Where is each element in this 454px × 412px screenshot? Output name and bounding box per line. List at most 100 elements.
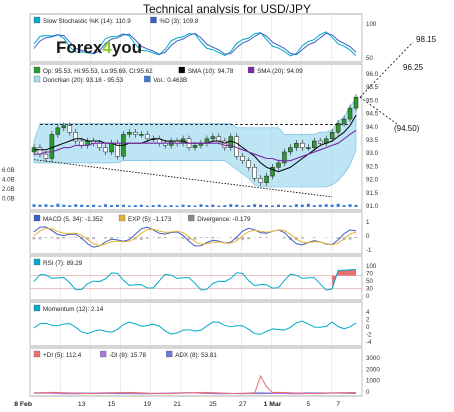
candle-body (282, 151, 287, 164)
macd-divergence-bar (127, 237, 131, 239)
candle-body (145, 134, 150, 140)
y-tick-macd: 1 (366, 219, 370, 226)
legend-macd-label: EXP (5): -1.173 (128, 216, 172, 223)
volume-bar (241, 205, 245, 207)
candle-body (353, 96, 359, 109)
legend-price-label: Op: 95.53, Hi:95.53, Lo:95.69, Cl:95.62 (43, 68, 153, 75)
legend-stoch-label: %D (3): 109.8 (160, 18, 199, 25)
candle-body (55, 127, 61, 135)
x-tick-label: 5 (306, 401, 310, 408)
macd-divergence-bar (211, 237, 215, 239)
macd-divergence-bar (247, 237, 251, 240)
volume-bar (92, 204, 96, 207)
macd-divergence-bar (145, 237, 149, 239)
candle-body (216, 136, 222, 142)
macd-divergence-bar (157, 237, 161, 239)
volume-bar (163, 205, 167, 207)
volume-bar (181, 204, 185, 207)
candle-body (347, 107, 353, 120)
x-tick-label: 19 (144, 401, 152, 408)
y-tick-price: 93.0 (366, 150, 379, 157)
volume-bar (336, 203, 340, 207)
macd-divergence-bar (44, 237, 48, 238)
candle-body (288, 147, 293, 153)
x-tick-label: 15 (108, 401, 116, 408)
macd-divergence-bar (74, 237, 78, 238)
volume-tick: 6.0B (2, 167, 15, 174)
candle-body (276, 162, 281, 168)
macd-divergence-bar (217, 237, 221, 238)
x-tick-label: 25 (209, 401, 217, 408)
macd-divergence-bar (181, 237, 185, 239)
y-tick-price: 95.5 (366, 84, 379, 91)
y-tick-price: 94.0 (366, 124, 379, 131)
y-tick-adx: 2000 (366, 366, 380, 373)
legend-stoch-swatch (33, 16, 41, 24)
y-tick-rsi: 100 (366, 263, 377, 270)
legend2-price-label: Donchian (20): 93.18 - 95.53 (43, 77, 124, 84)
macd-divergence-bar (193, 237, 197, 240)
y-tick-price: 91.5 (366, 190, 379, 197)
volume-bar (265, 205, 269, 207)
candle-body (67, 125, 73, 133)
y-tick-stoch: 50 (366, 55, 373, 62)
candle-body (240, 156, 245, 161)
candle-body (246, 160, 251, 168)
candle-body (192, 145, 198, 148)
volume-bar (247, 205, 251, 207)
volume-bar (187, 205, 191, 207)
volume-bar (115, 204, 119, 207)
y-tick-rsi: 0 (366, 293, 370, 300)
legend-macd-swatch (118, 214, 126, 222)
candle-body (97, 142, 102, 148)
legend-mom-swatch (33, 304, 41, 312)
volume-bar (282, 205, 286, 207)
y-tick-mom: 0 (366, 324, 370, 331)
legend-adx-swatch (33, 350, 41, 358)
candle-body (329, 131, 335, 140)
volume-bar (151, 205, 155, 207)
volume-bar (211, 204, 215, 207)
candle-body (258, 178, 263, 183)
volume-bar (139, 204, 143, 207)
macd-divergence-bar (163, 237, 167, 239)
y-tick-mom: 2 (366, 317, 370, 324)
candle-body (133, 131, 138, 135)
y-tick-macd: -1 (366, 247, 372, 254)
candle-body (222, 140, 228, 148)
candle-body (312, 140, 317, 148)
macd-divergence-bar (241, 237, 245, 241)
y-tick-price: 92.5 (366, 163, 379, 170)
legend-price-label: SMA (20): 94.09 (257, 68, 303, 75)
volume-bar (199, 204, 203, 207)
y-tick-mom: -4 (366, 339, 372, 346)
volume-bar (300, 204, 304, 207)
macd-divergence-bar (265, 237, 269, 238)
volume-tick: 0.0B (2, 196, 15, 203)
volume-bar (342, 205, 346, 207)
chart-canvas: Slow Stochastic %K (14): 110.9 %D (3): 10… (2, 13, 437, 408)
legend-macd-label: MACD (5, 34): -1.352 (43, 216, 103, 223)
candle-body (341, 118, 347, 124)
forex4you-logo: Forex4you (56, 38, 142, 57)
y-tick-rsi: 50 (366, 278, 373, 285)
y-tick-rsi: 70 (366, 271, 373, 278)
y-tick-price: 94.5 (366, 111, 379, 118)
candle-body (300, 142, 305, 148)
y-tick-price: 93.5 (366, 137, 379, 144)
candle-body (61, 125, 67, 129)
volume-bar (62, 204, 66, 207)
legend-macd-label: Divergence: -0.179 (197, 216, 251, 223)
legend2-price-swatch (33, 75, 41, 83)
volume-bar (121, 204, 125, 207)
volume-bar (330, 204, 334, 207)
candle-body (139, 134, 144, 136)
legend-mom-label: Momentum (12): 2.14 (43, 306, 104, 313)
volume-bar (32, 204, 36, 207)
y-tick-price: 96.0 (366, 71, 379, 78)
candle-body (79, 140, 84, 146)
x-tick-label: 27 (239, 401, 247, 408)
legend-macd-swatch (188, 214, 195, 222)
macd-divergence-bar (199, 237, 203, 238)
legend-rsi-swatch (33, 258, 41, 266)
